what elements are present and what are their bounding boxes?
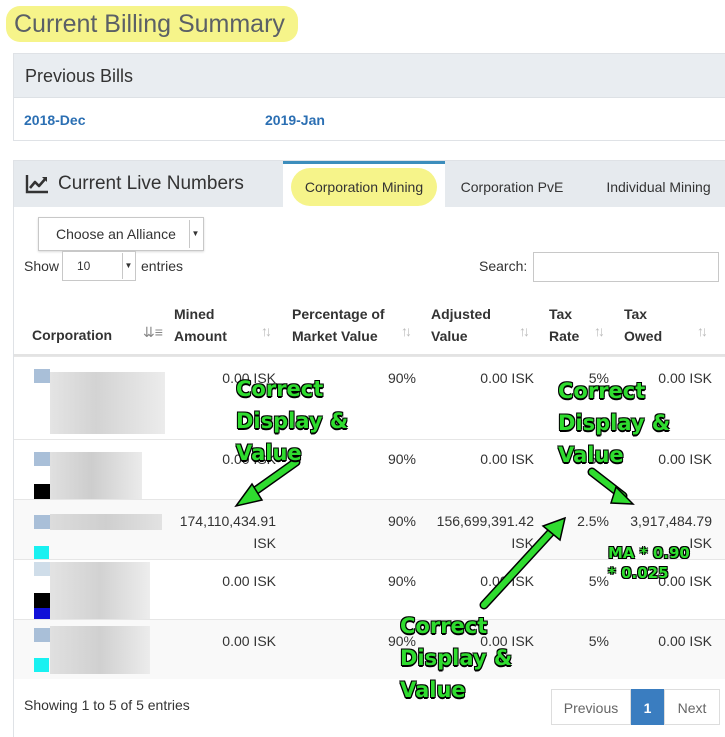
th-line: Tax bbox=[549, 306, 573, 322]
corp-name-blurred bbox=[50, 562, 150, 620]
cell-tax-owed: 0.00 ISK bbox=[658, 633, 712, 649]
cell-pct: 90% bbox=[387, 451, 416, 467]
live-numbers-title: Current Live Numbers bbox=[58, 173, 244, 194]
show-label: Show bbox=[24, 258, 60, 274]
th-line: Mined bbox=[174, 306, 215, 322]
table-row: 0.00 ISK 90% 0.00 ISK 5% 0.00 ISK bbox=[14, 619, 725, 679]
tab-individual-mining[interactable]: Individual Mining bbox=[591, 161, 725, 207]
pagination-page-1[interactable]: 1 bbox=[631, 689, 664, 725]
cell-mined: 0.00 ISK bbox=[222, 573, 276, 589]
th-line: Percentage of bbox=[292, 306, 385, 322]
cell-adjusted: 156,699,391.42 ISK bbox=[436, 513, 534, 551]
tab-corporation-pve[interactable]: Corporation PvE bbox=[445, 161, 579, 207]
sort-icon[interactable]: ↑↓ bbox=[401, 323, 412, 339]
sort-icon[interactable]: ↑↓ bbox=[519, 323, 530, 339]
annotation-correct-mined: Correct Display & Value bbox=[236, 377, 349, 465]
alliance-select[interactable]: Choose an Alliance ▼ bbox=[38, 217, 204, 251]
entries-label: entries bbox=[141, 258, 184, 274]
line-chart-icon bbox=[25, 175, 48, 194]
th-line: Amount bbox=[174, 328, 227, 344]
page-title: Current Billing Summary bbox=[6, 6, 298, 42]
alliance-select-value: Choose an Alliance bbox=[56, 226, 176, 242]
cell-pct: 90% bbox=[387, 513, 416, 529]
corp-logo-blurred bbox=[34, 452, 50, 466]
th-adjusted-value[interactable]: Adjusted Value bbox=[431, 303, 491, 347]
corp-logo-blurred bbox=[34, 515, 50, 529]
tab-corporation-mining[interactable]: Corporation Mining bbox=[283, 161, 445, 207]
sort-icon[interactable]: ↑↓ bbox=[261, 323, 272, 339]
pagination-next-button[interactable]: Next bbox=[664, 689, 720, 725]
pagination-previous-button[interactable]: Previous bbox=[551, 689, 631, 725]
th-line: Rate bbox=[549, 328, 580, 344]
corp-logo-blurred bbox=[34, 658, 49, 672]
previous-bills-panel: Previous Bills 2018-Dec 2019-Jan bbox=[13, 53, 725, 141]
corp-logo-blurred bbox=[34, 628, 50, 642]
cell-mined: 174,110,434.91 ISK bbox=[179, 513, 276, 551]
previous-bills-heading: Previous Bills bbox=[14, 54, 725, 98]
corp-logo-blurred bbox=[34, 562, 50, 576]
corp-name-blurred bbox=[50, 372, 165, 434]
cell-adjusted: 0.00 ISK bbox=[480, 451, 534, 467]
cell-pct: 90% bbox=[387, 370, 416, 386]
search-label: Search: bbox=[479, 258, 528, 274]
corp-name-blurred bbox=[50, 514, 162, 530]
search-input[interactable] bbox=[533, 252, 719, 282]
th-line: Market Value bbox=[292, 328, 378, 344]
corp-logo-blurred bbox=[34, 593, 50, 608]
select-caret-icon: ▼ bbox=[122, 253, 134, 279]
th-corporation[interactable]: Corporation bbox=[32, 324, 112, 346]
th-line: Tax bbox=[624, 306, 648, 322]
th-mined-amount[interactable]: Mined Amount bbox=[174, 303, 227, 347]
corp-logo-blurred bbox=[34, 484, 50, 499]
annotation-correct-adjusted: Correct Display & Value bbox=[400, 614, 513, 702]
corp-name-blurred bbox=[50, 452, 142, 499]
corp-name-blurred bbox=[50, 626, 150, 674]
bill-link-2019-jan[interactable]: 2019-Jan bbox=[265, 112, 325, 128]
select-caret-icon: ▼ bbox=[189, 220, 201, 248]
entries-per-page-select[interactable]: 10 ▼ bbox=[62, 251, 136, 281]
cell-adjusted: 0.00 ISK bbox=[480, 370, 534, 386]
cell-mined: 0.00 ISK bbox=[222, 633, 276, 649]
th-line: Owed bbox=[624, 328, 663, 344]
corp-logo-blurred bbox=[34, 546, 49, 560]
corp-logo-blurred bbox=[34, 369, 50, 383]
th-tax-rate[interactable]: Tax Rate bbox=[549, 303, 579, 347]
cell-pct: 90% bbox=[387, 573, 416, 589]
cell-tax-rate: 2.5% bbox=[577, 513, 609, 529]
th-line: Value bbox=[431, 328, 468, 344]
annotation-correct-owed: Correct Display & Value bbox=[558, 379, 671, 467]
cell-tax-rate: 5% bbox=[588, 573, 609, 589]
th-percentage-market-value[interactable]: Percentage of Market Value bbox=[292, 303, 385, 347]
cell-tax-rate: 5% bbox=[588, 633, 609, 649]
cell-adjusted: 0.00 ISK bbox=[480, 573, 534, 589]
tab-label: Corporation Mining bbox=[290, 168, 438, 206]
entries-per-page-value: 10 bbox=[77, 259, 91, 273]
table-info: Showing 1 to 5 of 5 entries bbox=[24, 697, 190, 713]
th-line: Adjusted bbox=[431, 306, 491, 322]
sort-desc-icon[interactable]: ⇊≡ bbox=[143, 324, 163, 341]
sort-icon[interactable]: ↑↓ bbox=[697, 323, 708, 339]
th-tax-owed[interactable]: Tax Owed bbox=[624, 303, 662, 347]
sort-icon[interactable]: ↑↓ bbox=[594, 323, 605, 339]
bill-link-2018-dec[interactable]: 2018-Dec bbox=[24, 112, 86, 128]
annotation-formula: MA * 0.90 * 0.025 bbox=[608, 544, 690, 582]
